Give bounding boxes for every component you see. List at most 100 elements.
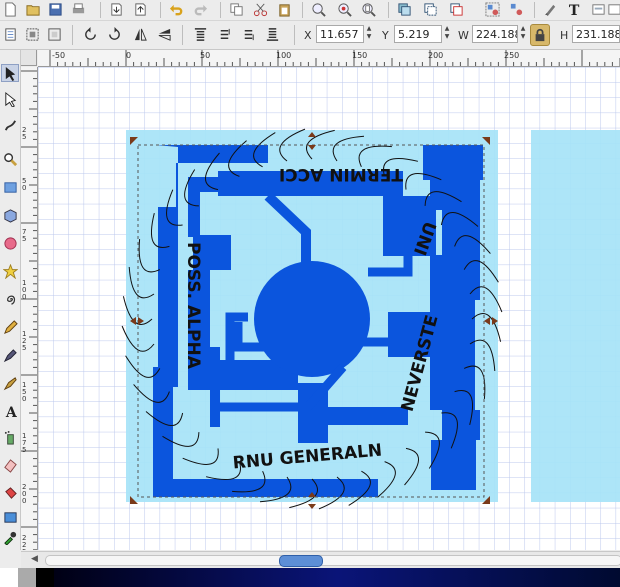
vruler-label: 1 0 0	[22, 279, 27, 301]
x-field[interactable]: 11.657	[316, 25, 364, 43]
svg-text:A: A	[4, 405, 17, 419]
flip-horizontal-icon[interactable]	[132, 26, 149, 43]
preferences-icon[interactable]	[590, 1, 607, 18]
redo-icon[interactable]	[192, 1, 209, 18]
selector-controls-toolbar: X 11.657 ▲ ▼ Y 5.219 ▲ ▼ W 224.188 ▲ ▼ H 23…	[0, 21, 620, 50]
gradient-tool-icon[interactable]	[1, 508, 19, 526]
x-spinner[interactable]: ▲ ▼	[364, 25, 374, 43]
pcb-background-right	[531, 130, 620, 502]
lower-icon[interactable]	[240, 26, 257, 43]
text-tool-icon[interactable]: A	[1, 402, 19, 420]
zoom-page-icon[interactable]	[360, 1, 377, 18]
vruler-label: 5 0	[22, 177, 27, 192]
drawing-canvas[interactable]: TERMIN ACCI UNI NEVERSTE RNU GENERALN PO…	[38, 67, 620, 550]
calligraphy-tool-icon[interactable]	[1, 374, 19, 392]
ruler-label-50: 50	[200, 51, 210, 60]
horizontal-scrollbar[interactable]: ◀	[21, 551, 620, 568]
zoom-selection-icon[interactable]	[310, 1, 327, 18]
open-icon[interactable]	[25, 1, 42, 18]
h-field[interactable]: 231.188	[572, 25, 620, 43]
lock-ratio-button[interactable]	[530, 24, 550, 46]
eraser-tool-icon[interactable]	[1, 456, 19, 474]
circle-text-left: POSS. ALPHA	[183, 242, 203, 370]
bucket-tool-icon[interactable]	[1, 484, 19, 502]
spray-tool-icon[interactable]	[1, 428, 19, 446]
tweak-tool-icon[interactable]	[1, 116, 19, 134]
cut-icon[interactable]	[252, 1, 269, 18]
commands-toolbar: T	[0, 0, 620, 21]
vruler-label: 1 5 0	[22, 381, 27, 403]
save-icon[interactable]	[47, 1, 64, 18]
lower-to-bottom-icon[interactable]	[264, 26, 281, 43]
palette-swatch-gray[interactable]	[18, 568, 36, 587]
lock-icon	[535, 28, 545, 42]
zoom-tool-icon[interactable]	[1, 150, 19, 168]
center-pad	[254, 261, 370, 377]
paste-icon[interactable]	[276, 1, 293, 18]
clone-icon[interactable]	[422, 1, 439, 18]
ruler-label-200: 200	[428, 51, 443, 60]
ungroup-icon[interactable]	[508, 1, 525, 18]
duplicate-icon[interactable]	[396, 1, 413, 18]
circle-text-top: TERMIN ACCI	[279, 164, 403, 184]
copy-icon[interactable]	[228, 1, 245, 18]
scroll-thumb[interactable]	[279, 555, 323, 567]
fill-stroke-icon[interactable]	[542, 1, 559, 18]
ellipse-tool-icon[interactable]	[1, 234, 19, 252]
rotate-ccw-icon[interactable]	[82, 26, 99, 43]
vruler-label: 2 2 5	[22, 534, 27, 551]
svg-text:T: T	[569, 3, 580, 17]
select-all-layers-icon[interactable]	[24, 26, 41, 43]
vruler-label: 1 7 5	[22, 432, 27, 454]
y-spinner[interactable]: ▲ ▼	[442, 25, 452, 43]
vruler-label: 7 5	[22, 228, 27, 243]
zoom-drawing-icon[interactable]	[336, 1, 353, 18]
scroll-trough[interactable]	[45, 555, 620, 566]
ruler-label-n50: -50	[52, 51, 65, 60]
selector-tool-icon[interactable]	[1, 64, 19, 82]
vruler-label: 1 2 5	[22, 330, 27, 352]
rotate-cw-icon[interactable]	[106, 26, 123, 43]
group-icon[interactable]	[484, 1, 501, 18]
text-font-icon[interactable]: T	[566, 1, 583, 18]
export-icon[interactable]	[132, 1, 149, 18]
pen-tool-icon[interactable]	[1, 346, 19, 364]
3d-box-tool-icon[interactable]	[1, 206, 19, 224]
y-field[interactable]: 5.219	[394, 25, 442, 43]
document-properties-icon[interactable]	[606, 1, 620, 18]
new-document-icon[interactable]	[2, 1, 19, 18]
horizontal-ruler[interactable]: -50 0 50 100 150 200 250	[38, 50, 620, 67]
vruler-label: 2 0 0	[22, 483, 27, 505]
y-label: Y	[382, 29, 389, 42]
unlink-clone-icon[interactable]	[448, 1, 465, 18]
h-label: H	[560, 29, 569, 42]
select-all-icon[interactable]	[2, 26, 19, 43]
deselect-icon[interactable]	[46, 26, 63, 43]
pencil-tool-icon[interactable]	[1, 318, 19, 336]
flip-vertical-icon[interactable]	[156, 26, 173, 43]
vertical-ruler[interactable]: 2 5 5 0 7 5 1 0 0 1 2 5 1 5 0 1 7 5 2 0 0 2 2 5	[21, 67, 38, 550]
raise-icon[interactable]	[216, 26, 233, 43]
rectangle-tool-icon[interactable]	[1, 178, 19, 196]
w-field[interactable]: 224.188	[472, 25, 518, 43]
ruler-label-0: 0	[126, 51, 131, 60]
print-icon[interactable]	[70, 1, 87, 18]
undo-icon[interactable]	[168, 1, 185, 18]
dropper-tool-icon[interactable]	[1, 528, 19, 546]
x-label: X	[304, 29, 312, 42]
star-tool-icon[interactable]	[1, 262, 19, 280]
node-tool-icon[interactable]	[1, 90, 19, 108]
scroll-left-arrow-icon[interactable]: ◀	[31, 554, 38, 564]
import-icon[interactable]	[108, 1, 125, 18]
color-palette[interactable]	[0, 568, 620, 587]
spiral-tool-icon[interactable]	[1, 290, 19, 308]
toolbox: A	[0, 50, 21, 550]
w-label: W	[458, 29, 469, 42]
raise-to-top-icon[interactable]	[192, 26, 209, 43]
palette-swatches[interactable]	[54, 568, 620, 587]
ruler-label-100: 100	[276, 51, 291, 60]
vruler-label: 2 5	[22, 126, 27, 141]
ruler-label-150: 150	[352, 51, 367, 60]
palette-swatch-white[interactable]	[0, 568, 18, 587]
w-spinner[interactable]: ▲ ▼	[518, 25, 528, 43]
